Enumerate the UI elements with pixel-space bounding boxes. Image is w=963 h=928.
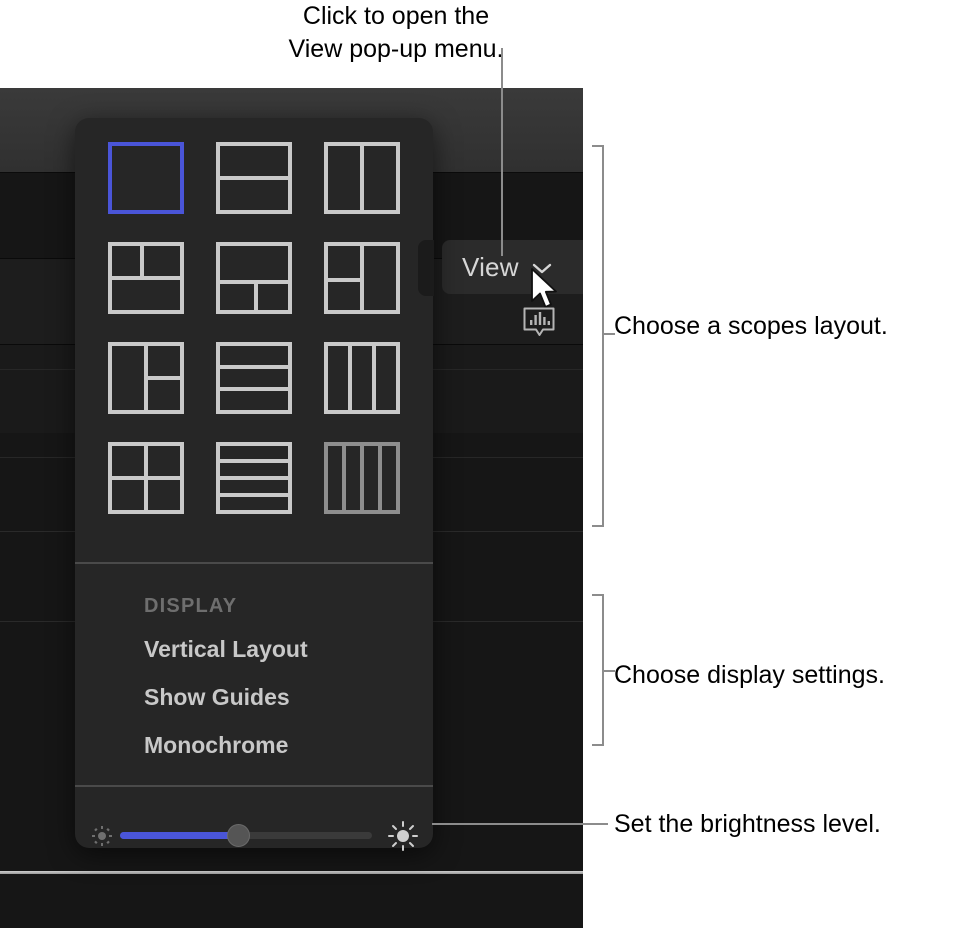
layout-option-four-quadrants[interactable] [106, 440, 186, 516]
popup-notch [418, 240, 434, 296]
layout-option-one-left-two-right[interactable] [106, 340, 186, 416]
scopes-layout-grid [106, 140, 406, 522]
menu-item-vertical-layout[interactable]: Vertical Layout [144, 636, 308, 662]
display-settings-section: DISPLAY Vertical Layout Show Guides Mono… [144, 595, 308, 780]
sun-large-icon [387, 820, 419, 852]
layout-option-single-pane[interactable] [106, 140, 186, 216]
view-popup-button[interactable]: View [442, 240, 583, 294]
leader-line-brightness [432, 823, 608, 825]
callout-choose-display-settings: Choose display settings. [614, 661, 885, 689]
view-popup-menu: DISPLAY Vertical Layout Show Guides Mono… [75, 118, 434, 851]
layout-option-two-columns[interactable] [322, 140, 402, 216]
bracket-display-settings [592, 594, 616, 746]
audio-scopes-icon[interactable] [521, 305, 557, 341]
brightness-slider-knob[interactable] [227, 824, 251, 847]
popup-divider [75, 562, 433, 564]
display-section-header: DISPLAY [144, 595, 238, 617]
layout-option-four-rows[interactable] [214, 440, 294, 516]
menu-item-monochrome[interactable]: Monochrome [144, 732, 308, 758]
layout-option-two-top-one-bottom[interactable] [106, 240, 186, 316]
layout-option-four-columns[interactable] [322, 440, 402, 516]
layout-option-three-columns[interactable] [322, 340, 402, 416]
window-hairline [0, 871, 583, 874]
popup-divider [75, 785, 433, 787]
leader-line-top [501, 48, 503, 256]
menu-item-show-guides[interactable]: Show Guides [144, 684, 308, 710]
brightness-slider-fill [120, 832, 241, 839]
brightness-control-row [75, 808, 433, 862]
brightness-slider[interactable] [120, 824, 372, 847]
view-button-label: View [462, 251, 519, 282]
layout-option-two-left-one-right[interactable] [322, 240, 402, 316]
sun-small-icon [91, 825, 113, 847]
callout-set-brightness-level: Set the brightness level. [614, 810, 881, 838]
layout-option-three-rows[interactable] [214, 340, 294, 416]
layout-option-one-top-two-bottom[interactable] [214, 240, 294, 316]
callout-choose-scopes-layout: Choose a scopes layout. [614, 312, 888, 340]
layout-option-two-rows[interactable] [214, 140, 294, 216]
bracket-scopes-layout [592, 145, 616, 527]
